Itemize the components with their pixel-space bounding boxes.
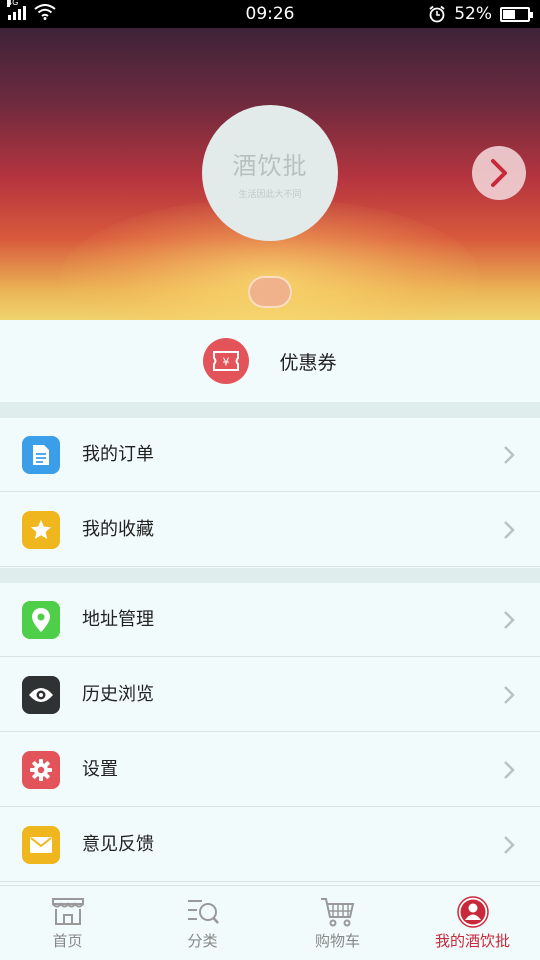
category-search-icon	[185, 896, 221, 928]
battery-icon	[500, 6, 533, 22]
chevron-right-icon	[504, 761, 515, 779]
profile-header-banner: 酒饮批 生活因此大不同	[0, 28, 540, 320]
menu-item-label: 我的收藏	[82, 519, 154, 540]
chevron-right-icon	[504, 686, 515, 704]
coupon-label: 优惠券	[279, 351, 337, 374]
tab-label: 分类	[187, 932, 218, 950]
chevron-right-icon	[491, 159, 507, 187]
section-divider	[0, 568, 540, 583]
document-icon	[22, 436, 60, 474]
svg-text:¥: ¥	[223, 356, 230, 369]
app-logo-text: 酒饮批	[232, 152, 308, 180]
menu-item-settings[interactable]: 设置	[0, 733, 540, 807]
menu-item-feedback[interactable]: 意见反馈	[0, 808, 540, 882]
coupon-entry[interactable]: ¥ 优惠券	[0, 320, 540, 402]
tab-category[interactable]: 分类	[135, 886, 270, 960]
menu-item-browsing-history[interactable]: 历史浏览	[0, 658, 540, 732]
menu-item-my-orders[interactable]: 我的订单	[0, 418, 540, 492]
user-icon	[455, 896, 491, 928]
mail-icon	[22, 826, 60, 864]
alarm-icon	[429, 5, 445, 23]
carousel-indicator[interactable]	[248, 276, 292, 308]
location-pin-icon	[22, 601, 60, 639]
next-arrow-button[interactable]	[472, 146, 526, 200]
menu-item-label: 我的订单	[82, 444, 154, 465]
storefront-icon	[50, 896, 86, 928]
menu-item-address-management[interactable]: 地址管理	[0, 583, 540, 657]
menu-item-label: 历史浏览	[82, 684, 154, 705]
tab-label: 购物车	[314, 932, 360, 950]
chevron-right-icon	[504, 611, 515, 629]
star-icon	[22, 511, 60, 549]
tab-cart[interactable]: 购物车	[270, 886, 405, 960]
gear-icon	[22, 751, 60, 789]
cart-icon	[320, 896, 356, 928]
battery-percent: 52%	[454, 4, 492, 24]
menu-item-label: 地址管理	[82, 609, 154, 630]
profile-avatar[interactable]: 酒饮批 生活因此大不同	[202, 105, 338, 241]
menu-item-label: 意见反馈	[82, 834, 154, 855]
chevron-right-icon	[504, 836, 515, 854]
tab-my-account[interactable]: 我的酒饮批	[405, 886, 540, 960]
section-divider	[0, 402, 540, 418]
tab-home[interactable]: 首页	[0, 886, 135, 960]
app-slogan: 生活因此大不同	[238, 190, 302, 200]
menu-item-label: 设置	[82, 759, 118, 780]
menu-item-my-favorites[interactable]: 我的收藏	[0, 493, 540, 567]
bottom-tab-bar: 首页 分类 购物车 我的酒饮批	[0, 885, 540, 960]
eye-icon	[22, 676, 60, 714]
chevron-right-icon	[504, 521, 515, 539]
status-bar: 4G 09:26 52%	[0, 0, 540, 28]
tab-label: 首页	[52, 932, 83, 950]
coupon-icon: ¥	[203, 338, 250, 384]
tab-label: 我的酒饮批	[434, 932, 510, 950]
chevron-right-icon	[504, 446, 515, 464]
